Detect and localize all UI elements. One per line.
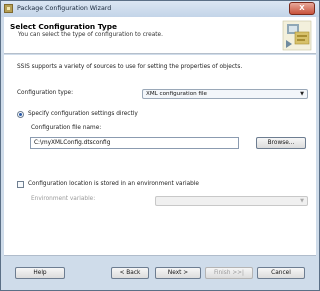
close-button[interactable]: X xyxy=(289,2,315,15)
footer-divider xyxy=(4,255,316,256)
env-variable-label: Environment variable: xyxy=(31,196,96,202)
chevron-down-icon: ▼ xyxy=(300,91,304,97)
config-type-select[interactable]: XML configuration file ▼ xyxy=(142,89,308,99)
env-variable-select[interactable]: ▼ xyxy=(155,196,308,206)
intro-text: SSIS supports a variety of sources to us… xyxy=(17,64,243,70)
page-subtitle: You can select the type of configuration… xyxy=(18,32,163,38)
option-env-label[interactable]: Configuration location is stored in an e… xyxy=(28,181,199,187)
config-file-input[interactable]: C:\myXMLConfig.dtsconfig xyxy=(30,137,239,149)
chevron-down-icon: ▼ xyxy=(300,198,304,204)
next-button[interactable]: Next > xyxy=(155,267,201,279)
config-type-label-text: Configuration type: xyxy=(17,90,74,96)
back-button[interactable]: < Back xyxy=(111,267,149,279)
config-type-value: XML configuration file xyxy=(146,91,207,97)
option-direct-label[interactable]: Specify configuration settings directly xyxy=(28,111,138,117)
config-type-label: Configuration type: xyxy=(17,90,73,96)
help-button[interactable]: Help xyxy=(15,267,65,279)
radio-specify-directly[interactable] xyxy=(17,111,24,118)
config-file-label: Configuration file name: xyxy=(31,125,102,131)
title-bar[interactable]: Package Configuration Wizard X xyxy=(1,1,319,17)
env-variable-checkbox[interactable] xyxy=(17,181,24,188)
wizard-header: Select Configuration Type You can select… xyxy=(4,17,316,54)
finish-button[interactable]: Finish >>| xyxy=(205,267,253,279)
cancel-button[interactable]: Cancel xyxy=(257,267,305,279)
wizard-graphic-icon xyxy=(282,20,312,51)
window-title: Package Configuration Wizard xyxy=(17,5,112,12)
wizard-window: Package Configuration Wizard X Select Co… xyxy=(0,0,320,291)
wizard-app-icon xyxy=(4,4,13,13)
page-title: Select Configuration Type xyxy=(10,22,118,31)
wizard-content: SSIS supports a variety of sources to us… xyxy=(4,55,316,255)
browse-button[interactable]: Browse... xyxy=(256,137,306,149)
